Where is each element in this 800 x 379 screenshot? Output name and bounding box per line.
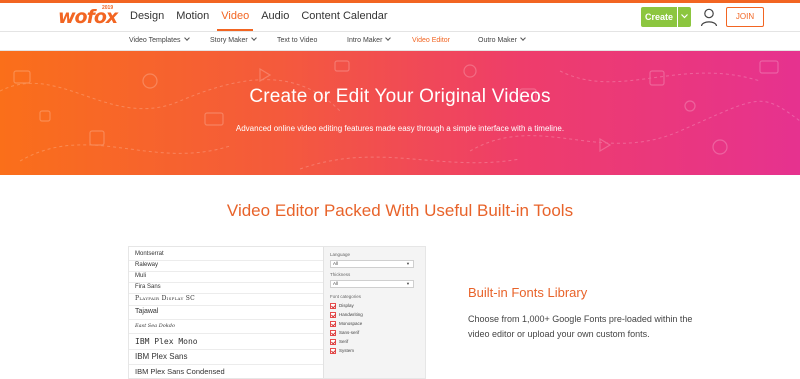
subnav-label: Story Maker (210, 37, 248, 44)
thickness-value: All (333, 281, 339, 286)
font-list-item: IBM Plex Sans Condensed (135, 367, 225, 376)
category-label: Sans-serif (339, 330, 360, 335)
subnav-intro-maker[interactable]: Intro Maker (347, 32, 392, 50)
divider (129, 319, 323, 320)
header: wofox 2019 Design Motion Video Audio Con… (0, 3, 800, 31)
category-label: System (339, 348, 355, 353)
nav-motion[interactable]: Motion (172, 3, 213, 31)
hero-decoration-doodles (0, 60, 800, 170)
nav-design[interactable]: Design (126, 3, 168, 31)
category-label: Serif (339, 339, 349, 344)
font-list-item: Fira Sans (135, 284, 161, 290)
chevron-down-icon (250, 35, 257, 41)
category-label: Display (339, 303, 354, 308)
language-select[interactable]: All ▼ (330, 260, 414, 268)
divider (129, 293, 323, 294)
chevron-down-icon: ▼ (406, 261, 410, 266)
feature-title: Built-in Fonts Library (468, 285, 588, 300)
chevron-down-icon: ▼ (406, 281, 410, 286)
feature-description: Choose from 1,000+ Google Fonts pre-load… (468, 314, 693, 339)
join-button[interactable]: JOIN (726, 7, 764, 27)
create-button[interactable]: Create (641, 7, 677, 27)
logo-year: 2019 (102, 5, 114, 11)
nav-audio[interactable]: Audio (257, 3, 293, 31)
chevron-down-icon (520, 35, 526, 41)
subnav-label: Intro Maker (347, 37, 383, 44)
divider (129, 349, 323, 350)
chevron-down-icon (385, 35, 392, 41)
checkbox[interactable] (330, 338, 336, 345)
subnav-outro-maker[interactable]: Outro Maker (478, 32, 526, 50)
wofox-logo[interactable]: wofox 2019 (58, 5, 118, 28)
thickness-label: Thickness (330, 272, 351, 277)
category-label: Monospace (339, 321, 363, 326)
category-checkbox-row[interactable]: Sans-serif (330, 329, 359, 336)
checkbox[interactable] (330, 329, 336, 336)
font-list-item: East Sea Dokdo (135, 323, 176, 329)
language-label: Language (330, 252, 351, 257)
divider (129, 333, 323, 334)
font-list: Montserrat Raleway Muli Fira Sans Playfa… (129, 247, 323, 378)
nav-content-calendar[interactable]: Content Calendar (297, 3, 391, 31)
subnav-label: Outro Maker (478, 37, 517, 44)
font-categories-label: Font categories (330, 294, 362, 299)
font-list-item: Muli (135, 273, 147, 279)
thickness-select[interactable]: All ▼ (330, 280, 414, 288)
language-value: All (333, 261, 339, 266)
category-checkbox-row[interactable]: Serif (330, 338, 348, 345)
subnav-text-to-video[interactable]: Text to Video (277, 32, 317, 50)
hero-title: Create or Edit Your Original Videos (249, 86, 551, 107)
font-list-item: Raleway (135, 262, 159, 268)
checkbox[interactable] (330, 302, 336, 309)
divider (129, 305, 323, 306)
category-checkbox-row[interactable]: Display (330, 302, 354, 309)
sub-nav: Video Templates Story Maker Text to Vide… (0, 31, 800, 51)
subnav-label: Video Editor (412, 37, 451, 44)
divider (129, 282, 323, 283)
category-checkbox-row[interactable]: Monospace (330, 320, 362, 327)
subnav-label: Text to Video (277, 37, 318, 44)
subnav-video-editor[interactable]: Video Editor (412, 32, 450, 50)
checkbox[interactable] (330, 320, 336, 327)
subnav-story-maker[interactable]: Story Maker (210, 32, 257, 50)
create-dropdown-button[interactable] (678, 7, 691, 27)
hero-subtitle: Advanced online video editing features m… (235, 124, 565, 133)
divider (129, 260, 323, 261)
font-filter-options: Language All ▼ Thickness All ▼ Font catego… (323, 247, 425, 378)
font-panel-screenshot: Montserrat Raleway Muli Fira Sans Playfa… (128, 246, 426, 379)
font-list-item: Montserrat (135, 251, 164, 257)
divider (129, 271, 323, 272)
nav-video[interactable]: Video (217, 3, 254, 31)
subnav-label: Video Templates (129, 37, 181, 44)
subnav-video-templates[interactable]: Video Templates (129, 32, 190, 50)
divider (129, 364, 323, 365)
font-list-item: IBM Plex Sans (135, 352, 188, 361)
checkbox[interactable] (330, 347, 336, 354)
font-list-item: IBM Plex Mono (135, 337, 198, 346)
category-checkbox-row[interactable]: System (330, 347, 354, 354)
category-label: Handwriting (339, 312, 363, 317)
chevron-down-icon (183, 35, 190, 41)
main-nav: Design Motion Video Audio Content Calend… (126, 3, 396, 31)
font-list-item: Playfair Display SC (135, 295, 196, 302)
font-list-item: Tajawal (135, 308, 159, 315)
checkbox[interactable] (330, 311, 336, 318)
section-title: Video Editor Packed With Useful Built-in… (226, 201, 574, 220)
chevron-down-icon (681, 14, 688, 19)
user-account-icon[interactable] (699, 7, 719, 27)
hero-banner: Create or Edit Your Original Videos Adva… (0, 51, 800, 175)
category-checkbox-row[interactable]: Handwriting (330, 311, 363, 318)
